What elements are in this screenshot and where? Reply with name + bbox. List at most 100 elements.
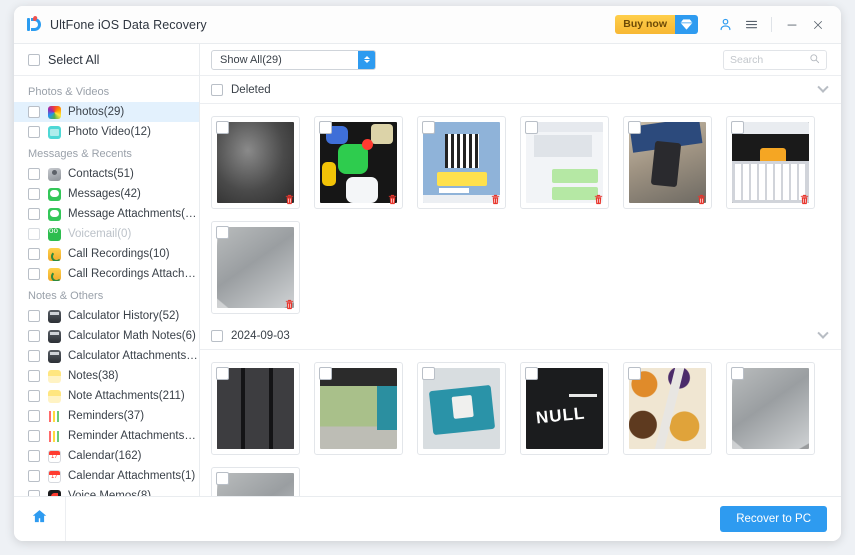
sidebar-item-checkbox[interactable] [28,390,40,402]
thumb-phone-app-icons[interactable] [314,116,403,209]
buy-now-button[interactable]: Buy now [615,15,698,34]
group-header[interactable]: 2024-09-03 [200,322,841,350]
photo-video-icon [48,126,61,139]
sidebar-item-voicemail-0[interactable]: Voicemail(0) [14,224,199,244]
filter-dropdown[interactable]: Show All(29) [211,50,376,70]
thumbnail-checkbox[interactable] [216,121,229,134]
user-icon[interactable] [712,12,738,38]
group-checkbox[interactable] [211,84,223,96]
up-down-chevron-icon[interactable] [358,51,375,69]
sidebar-group-title: Notes & Others [14,284,199,306]
chevron-down-icon[interactable] [817,327,828,338]
titlebar-divider [771,17,772,32]
sidebar-item-checkbox[interactable] [28,470,40,482]
sidebar-item-calculator-attachments-30[interactable]: Calculator Attachments(30) [14,346,199,366]
sidebar-item-voice-memos-8[interactable]: Voice Memos(8) [14,486,199,496]
thumbnail-checkbox[interactable] [216,472,229,485]
messages-icon [48,188,61,201]
sidebar-item-photo-video-12[interactable]: Photo Video(12) [14,122,199,142]
trash-icon[interactable] [284,194,295,205]
thumbnail-checkbox[interactable] [525,121,538,134]
sidebar-item-checkbox[interactable] [28,208,40,220]
sidebar-item-checkbox[interactable] [28,188,40,200]
trash-icon[interactable] [490,194,501,205]
sidebar-item-contacts-51[interactable]: Contacts(51) [14,164,199,184]
sidebar-item-call-recordings-10[interactable]: Call Recordings(10) [14,244,199,264]
thumb-green-bag[interactable] [314,362,403,455]
trash-icon[interactable] [284,299,295,310]
sidebar-item-photos-29[interactable]: Photos(29) [14,102,199,122]
chevron-down-icon[interactable] [817,81,828,92]
sidebar-item-calculator-history-52[interactable]: Calculator History(52) [14,306,199,326]
thumb-desk-edge[interactable] [211,221,300,314]
thumb-chat-qr-code[interactable] [417,116,506,209]
sidebar-item-checkbox[interactable] [28,450,40,462]
sidebar-item-checkbox[interactable] [28,268,40,280]
thumb-chat-keyboard[interactable] [726,116,815,209]
select-all-checkbox[interactable] [28,54,40,66]
trash-icon[interactable] [387,194,398,205]
thumb-patterned-fabric[interactable] [623,362,712,455]
close-icon[interactable] [805,12,831,38]
sidebar-item-message-attachments-16[interactable]: Message Attachments(16) [14,204,199,224]
sidebar-item-calendar-attachments-1[interactable]: Calendar Attachments(1) [14,466,199,486]
title-bar-controls: Buy now [615,12,831,38]
sidebar-item-checkbox[interactable] [28,430,40,442]
thumbnail-grid-scroll-area[interactable]: Deleted 2024-09-03 NULL [200,76,841,496]
thumbnail-checkbox[interactable] [216,367,229,380]
group-checkbox[interactable] [211,330,223,342]
thumb-phone-in-hand[interactable] [623,116,712,209]
thumb-laptop-keys[interactable] [211,362,300,455]
thumbnail-checkbox[interactable] [216,226,229,239]
minimize-icon[interactable] [779,12,805,38]
hamburger-menu-icon[interactable] [738,12,764,38]
sidebar-item-note-attachments-211[interactable]: Note Attachments(211) [14,386,199,406]
thumb-plastic-wrap[interactable] [726,362,815,455]
sidebar-item-checkbox[interactable] [28,228,40,240]
home-button[interactable] [14,497,66,541]
sidebar-item-calculator-math-notes-6[interactable]: Calculator Math Notes(6) [14,326,199,346]
recover-to-pc-button[interactable]: Recover to PC [720,506,827,532]
trash-icon[interactable] [799,194,810,205]
search-input[interactable] [730,54,809,66]
sidebar-item-reminders-37[interactable]: Reminders(37) [14,406,199,426]
sidebar-item-label: Photos(29) [68,106,124,118]
thumbnail-checkbox[interactable] [422,367,435,380]
trash-icon[interactable] [696,194,707,205]
sidebar-item-checkbox[interactable] [28,370,40,382]
sidebar-item-messages-42[interactable]: Messages(42) [14,184,199,204]
thumbnail-checkbox[interactable] [628,367,641,380]
sidebar-item-reminder-attachments-27[interactable]: Reminder Attachments(27) [14,426,199,446]
sidebar-item-checkbox[interactable] [28,350,40,362]
thumbnail-image [732,368,809,449]
thumbnail-checkbox[interactable] [422,121,435,134]
sidebar-item-call-recordings-attachment[interactable]: Call Recordings Attachment... [14,264,199,284]
sidebar-item-checkbox[interactable] [28,248,40,260]
thumb-teal-box[interactable] [417,362,506,455]
thumbnail-checkbox[interactable] [319,367,332,380]
thumbnail-checkbox[interactable] [525,367,538,380]
thumbnail-checkbox[interactable] [319,121,332,134]
group-header[interactable]: Deleted [200,76,841,104]
search-box[interactable] [723,50,827,70]
thumb-chat-messages[interactable] [520,116,609,209]
thumbnail-checkbox[interactable] [628,121,641,134]
sidebar-item-calendar-162[interactable]: Calendar(162) [14,446,199,466]
sidebar-item-notes-38[interactable]: Notes(38) [14,366,199,386]
sidebar-item-checkbox[interactable] [28,330,40,342]
sidebar-scroll-area[interactable]: Photos & VideosPhotos(29)Photo Video(12)… [14,76,199,496]
thumbnail-checkbox[interactable] [731,121,744,134]
select-all-row[interactable]: Select All [14,44,199,76]
sidebar-item-label: Calculator History(52) [68,310,179,322]
sidebar-item-checkbox[interactable] [28,126,40,138]
thumbnail-checkbox[interactable] [731,367,744,380]
thumb-partial-row[interactable] [211,467,300,496]
sidebar-item-label: Reminders(37) [68,410,144,422]
sidebar-item-checkbox[interactable] [28,106,40,118]
sidebar-item-checkbox[interactable] [28,310,40,322]
trash-icon[interactable] [593,194,604,205]
thumb-dark-gradient[interactable] [211,116,300,209]
sidebar-item-checkbox[interactable] [28,410,40,422]
sidebar-item-checkbox[interactable] [28,168,40,180]
thumb-null-screen[interactable]: NULL [520,362,609,455]
